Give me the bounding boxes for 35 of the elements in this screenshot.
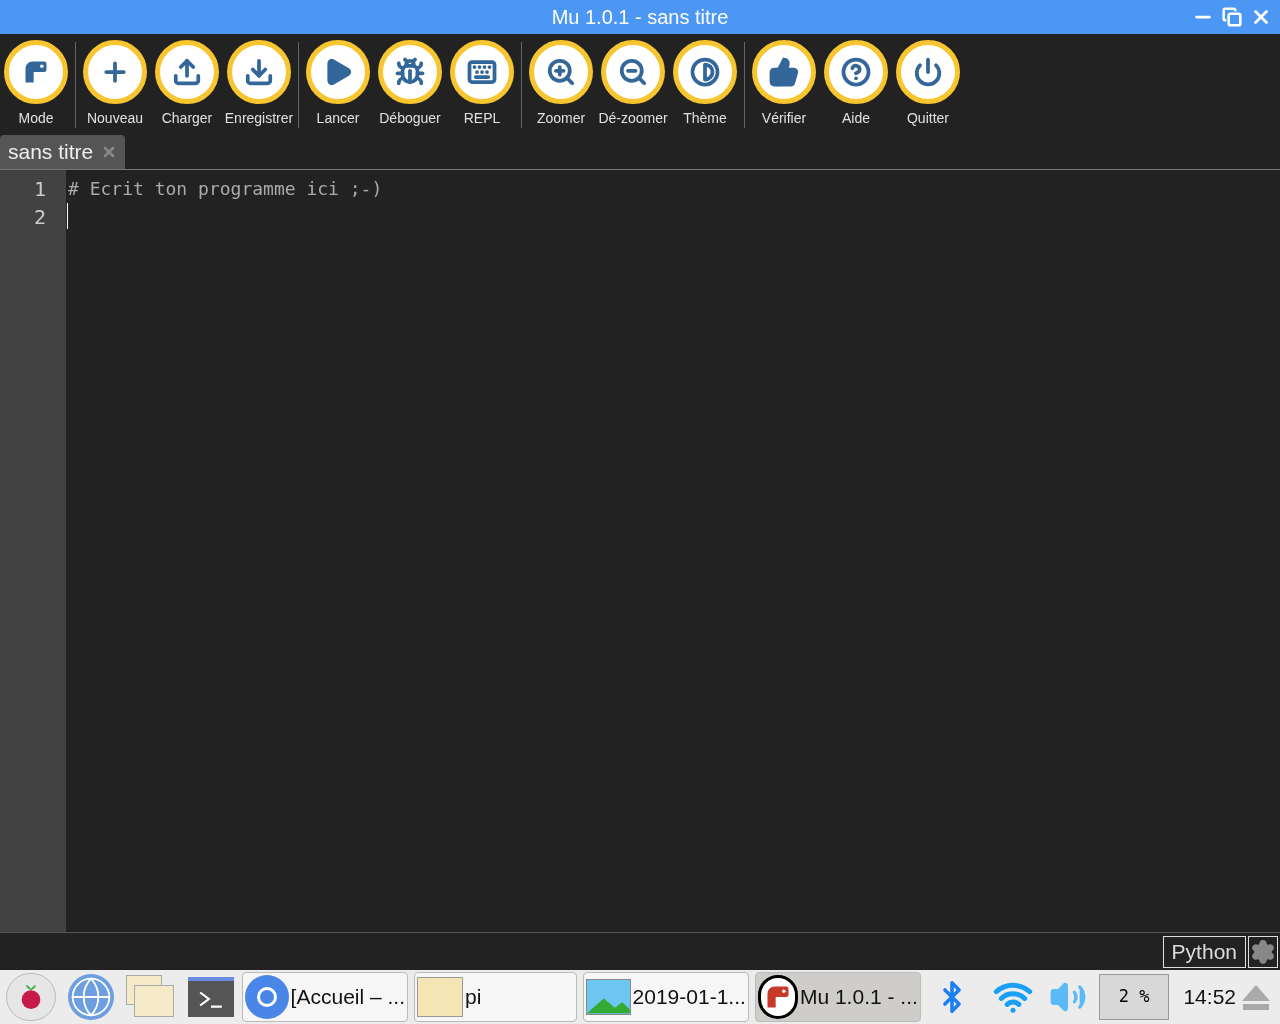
- folder-icon: [417, 977, 463, 1017]
- zoom-in-icon: [546, 57, 576, 87]
- keyboard-icon: [467, 57, 497, 87]
- code-comment: # Ecrit ton programme ici ;-): [67, 176, 383, 201]
- bug-icon: [395, 57, 425, 87]
- window-title: Mu 1.0.1 - sans titre: [551, 5, 729, 30]
- raspberry-icon[interactable]: [6, 973, 56, 1021]
- help-icon: [841, 57, 871, 87]
- zoom-out-icon: [618, 57, 648, 87]
- settings-icon[interactable]: [1248, 935, 1278, 968]
- code-editor[interactable]: # Ecrit ton programme ici ;-): [66, 170, 1280, 932]
- image-icon: [585, 979, 631, 1015]
- upload-icon: [172, 57, 202, 87]
- clock: 14:52: [1183, 984, 1236, 1011]
- mode-indicator[interactable]: Python: [1162, 935, 1246, 968]
- terminal-icon[interactable]: [188, 977, 234, 1017]
- power-icon: [913, 57, 943, 87]
- contrast-icon: [690, 57, 720, 87]
- browser-logo-icon: [245, 975, 289, 1019]
- taskbar-window-button[interactable]: 2019-01-1...: [582, 972, 749, 1022]
- thumbs-up-icon: [769, 57, 799, 87]
- mu-logo-icon: [757, 975, 798, 1019]
- cpu-monitor: 2 %: [1098, 974, 1170, 1020]
- line-number: 1: [32, 176, 47, 202]
- download-icon: [244, 57, 274, 87]
- file-tab[interactable]: sans titre: [0, 135, 126, 169]
- taskbar-window-button[interactable]: Mu 1.0.1 - ...: [754, 972, 921, 1022]
- taskbar-window-button[interactable]: pi: [414, 972, 577, 1022]
- line-number: 2: [32, 204, 47, 230]
- restore-icon[interactable]: [1222, 7, 1242, 27]
- text-cursor: [67, 203, 68, 229]
- globe-icon[interactable]: [68, 974, 114, 1020]
- eject-icon[interactable]: [1242, 984, 1270, 1010]
- taskbar-window-button[interactable]: [Accueil – ...: [242, 972, 408, 1022]
- folders-icon[interactable]: [126, 975, 176, 1019]
